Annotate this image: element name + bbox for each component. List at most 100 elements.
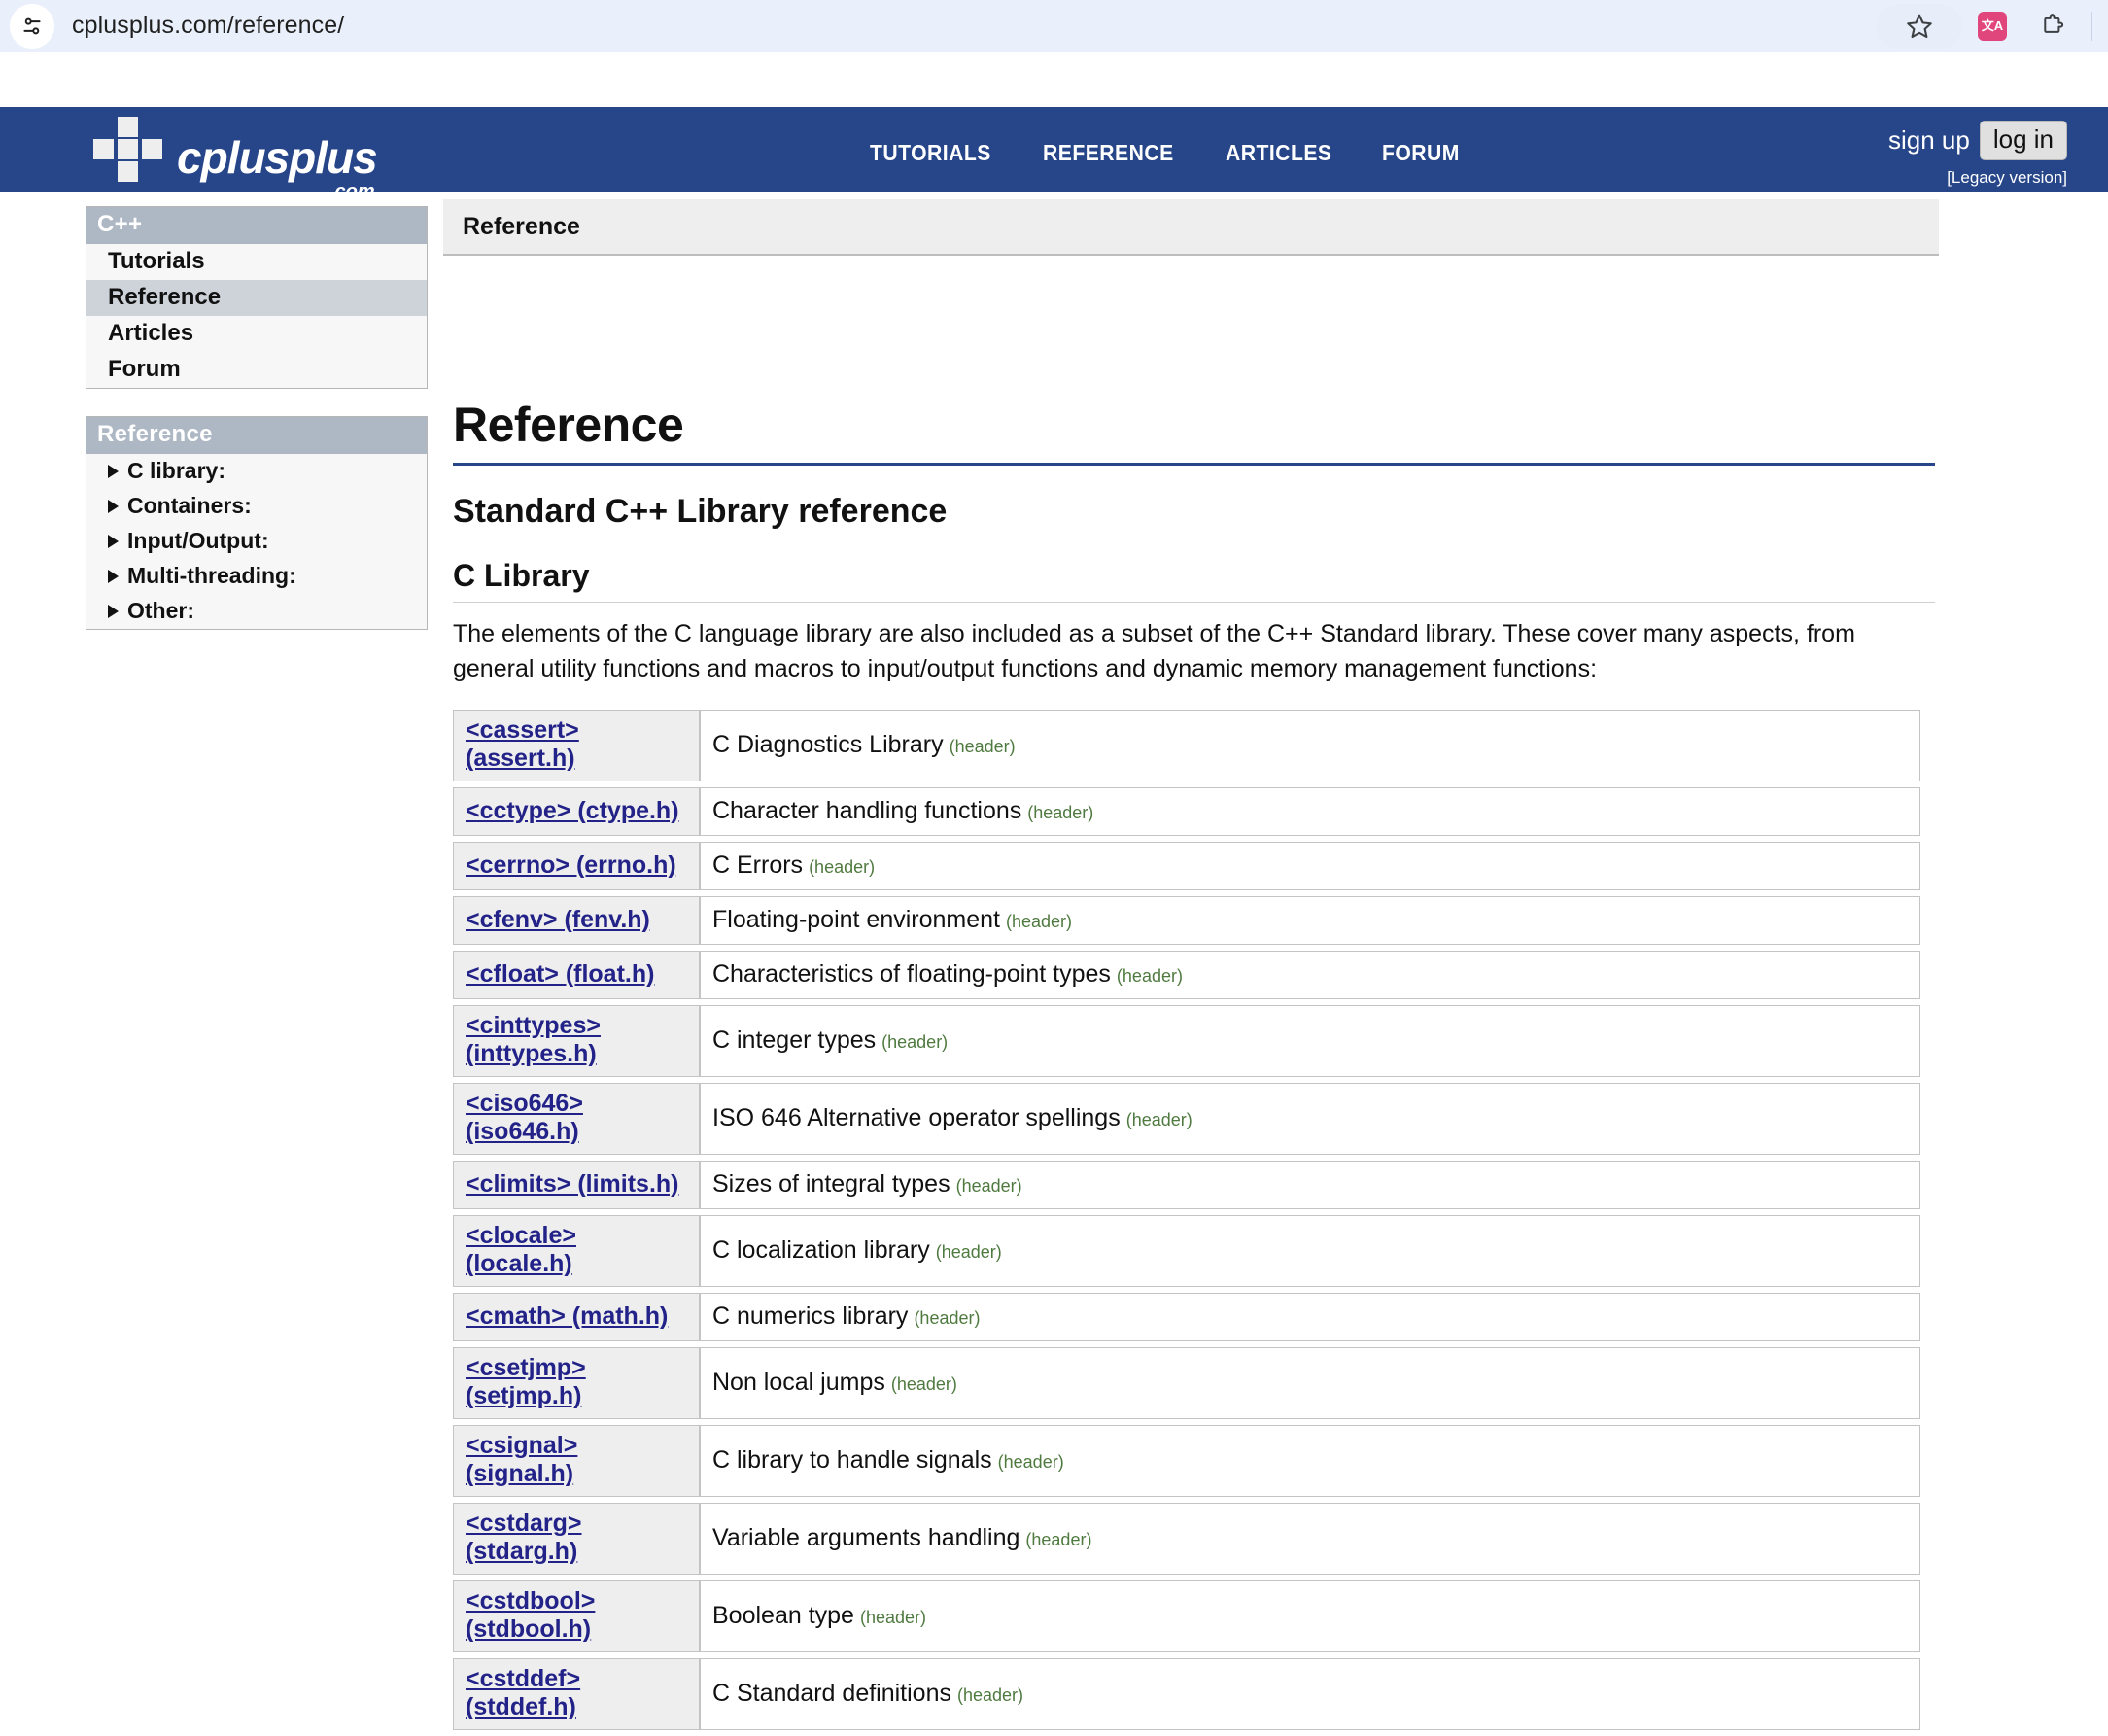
logo-text: cplusplus .com: [177, 132, 378, 201]
sidebar-tree-label: Input/Output:: [127, 528, 269, 553]
header-description: Non local jumps: [712, 1368, 885, 1396]
header-description: Characteristics of floating-point types: [712, 959, 1111, 988]
nav-item-articles[interactable]: ARTICLES: [1226, 140, 1331, 166]
header-description-cell: Non local jumps (header): [700, 1347, 1920, 1419]
header-link[interactable]: <cctype> (ctype.h): [466, 797, 679, 824]
intro-paragraph: The elements of the C language library a…: [453, 620, 1855, 682]
header-tag: (header): [1025, 1529, 1092, 1549]
chevron-right-icon: [108, 499, 119, 513]
legacy-version-link[interactable]: [Legacy version]: [1888, 168, 2067, 188]
page-settings-icon[interactable]: [10, 3, 54, 49]
c-library-headers-table: <cassert> (assert.h) C Diagnostics Librar…: [453, 704, 1920, 1736]
chevron-right-icon: [108, 464, 119, 478]
nav-item-forum[interactable]: FORUM: [1382, 140, 1460, 166]
header-tag: (header): [881, 1031, 949, 1052]
table-row: <cinttypes> (inttypes.h) C integer types(…: [453, 1005, 1920, 1077]
address-bar[interactable]: cplusplus.com/reference/: [72, 12, 1877, 40]
header-description: Floating-point environment: [712, 905, 1000, 933]
header-description: Boolean type: [712, 1601, 854, 1629]
header-link[interactable]: <cmath> (math.h): [466, 1302, 668, 1330]
chevron-right-icon: [108, 604, 119, 618]
header-link[interactable]: <clocale> (locale.h): [466, 1222, 576, 1277]
chevron-right-icon: [108, 569, 119, 583]
star-icon[interactable]: [1877, 3, 1962, 49]
header-name-cell: <cassert> (assert.h): [453, 710, 700, 781]
header-tag: (header): [859, 1607, 926, 1627]
header-link[interactable]: <ciso646> (iso646.h): [466, 1090, 583, 1145]
auth-area: sign up log in [Legacy version]: [1888, 121, 2067, 188]
site-logo[interactable]: cplusplus .com: [93, 117, 378, 201]
header-link[interactable]: <cassert> (assert.h): [466, 716, 579, 772]
header-link[interactable]: <csetjmp> (setjmp.h): [466, 1354, 586, 1409]
header-description: C localization library: [712, 1235, 930, 1264]
header-tag: (header): [809, 856, 876, 877]
header-link[interactable]: <cfenv> (fenv.h): [466, 906, 650, 933]
sidebar-panel-reference: Reference C library: Containers: Input/O…: [86, 416, 428, 630]
table-row: <ciso646> (iso646.h) ISO 646 Alternative …: [453, 1083, 1920, 1155]
header-description-cell: Floating-point environment (header): [700, 896, 1920, 945]
header-description-cell: C Standard definitions (header): [700, 1658, 1920, 1730]
logo-name: cplusplus: [177, 132, 378, 183]
sidebar-tree-containers[interactable]: Containers:: [86, 489, 427, 524]
translate-badge: 文A: [1978, 11, 2007, 41]
sidebar-tree-multi-threading[interactable]: Multi-threading:: [86, 559, 427, 594]
header-description: C library to handle signals: [712, 1445, 992, 1474]
header-name-cell: <csetjmp> (setjmp.h): [453, 1347, 700, 1419]
header-link[interactable]: <cstddef> (stddef.h): [466, 1665, 580, 1720]
header-description: C Diagnostics Library: [712, 730, 944, 758]
header-link[interactable]: <cstdbool> (stdbool.h): [466, 1587, 595, 1643]
header-name-cell: <clocale> (locale.h): [453, 1215, 700, 1287]
header-description-cell: C integer types (header): [700, 1005, 1920, 1077]
header-tag: (header): [1125, 1109, 1192, 1129]
header-description-cell: Character handling functions (header): [700, 787, 1920, 836]
nav-item-tutorials[interactable]: TUTORIALS: [870, 140, 991, 166]
header-description: C integer types: [712, 1025, 877, 1054]
header-description-cell: C localization library (header): [700, 1215, 1920, 1287]
header-name-cell: <cstdbool> (stdbool.h): [453, 1580, 700, 1652]
sidebar-tree-c-library[interactable]: C library:: [86, 454, 427, 489]
header-description-cell: Characteristics of floating-point types(…: [700, 951, 1920, 999]
header-link[interactable]: <climits> (limits.h): [466, 1170, 679, 1198]
nav-item-reference[interactable]: REFERENCE: [1043, 140, 1174, 166]
auth-row: sign up log in: [1888, 121, 2067, 160]
section-title: Standard C++ Library reference: [453, 493, 948, 530]
main-navigation: TUTORIALS REFERENCE ARTICLES FORUM: [870, 140, 1467, 166]
header-description: Sizes of integral types: [712, 1169, 950, 1198]
header-description: C Errors: [712, 851, 804, 879]
main-content: Reference Standard C++ Library reference…: [453, 397, 1935, 1736]
header-description-cell: Boolean type (header): [700, 1580, 1920, 1652]
header-name-cell: <cctype> (ctype.h): [453, 787, 700, 836]
sign-up-link[interactable]: sign up: [1888, 125, 1970, 156]
log-in-button[interactable]: log in: [1979, 121, 2067, 160]
logo-suffix: .com: [329, 181, 375, 202]
sidebar-item-articles[interactable]: Articles: [86, 316, 427, 352]
header-name-cell: <cfenv> (fenv.h): [453, 896, 700, 945]
table-row: <cerrno> (errno.h) C Errors (header): [453, 842, 1920, 890]
puzzle-piece-icon[interactable]: [2022, 4, 2083, 49]
table-row: <cassert> (assert.h) C Diagnostics Librar…: [453, 710, 1920, 781]
table-row: <cstdarg> (stdarg.h) Variable arguments h…: [453, 1503, 1920, 1575]
browser-action-group: 文A: [1877, 3, 2100, 49]
sidebar-item-reference[interactable]: Reference: [86, 280, 427, 316]
header-name-cell: <climits> (limits.h): [453, 1161, 700, 1209]
header-tag: (header): [890, 1373, 957, 1394]
sidebar-item-tutorials[interactable]: Tutorials: [86, 244, 427, 280]
sidebar-item-forum[interactable]: Forum: [86, 352, 427, 388]
sidebar-panel-cpp: C++ Tutorials Reference Articles Forum: [86, 206, 428, 389]
header-link[interactable]: <csignal> (signal.h): [466, 1432, 577, 1487]
header-link[interactable]: <cfloat> (float.h): [466, 960, 654, 988]
sidebar-tree-label: Multi-threading:: [127, 563, 296, 588]
sidebar-tree-other[interactable]: Other:: [86, 594, 427, 629]
header-link[interactable]: <cstdarg> (stdarg.h): [466, 1510, 582, 1565]
header-tag: (header): [1006, 911, 1073, 931]
header-link[interactable]: <cinttypes> (inttypes.h): [466, 1012, 601, 1067]
table-row: <climits> (limits.h) Sizes of integral ty…: [453, 1161, 1920, 1209]
browser-toolbar: cplusplus.com/reference/ 文A: [0, 0, 2108, 52]
table-row: <cmath> (math.h) C numerics library (heade…: [453, 1293, 1920, 1341]
header-description-cell: ISO 646 Alternative operator spellings (h…: [700, 1083, 1920, 1155]
translate-icon[interactable]: 文A: [1962, 4, 2022, 49]
header-link[interactable]: <cerrno> (errno.h): [466, 851, 676, 879]
header-name-cell: <csignal> (signal.h): [453, 1425, 700, 1497]
sub-section-title: C Library: [453, 558, 1935, 603]
sidebar-tree-input-output[interactable]: Input/Output:: [86, 524, 427, 559]
